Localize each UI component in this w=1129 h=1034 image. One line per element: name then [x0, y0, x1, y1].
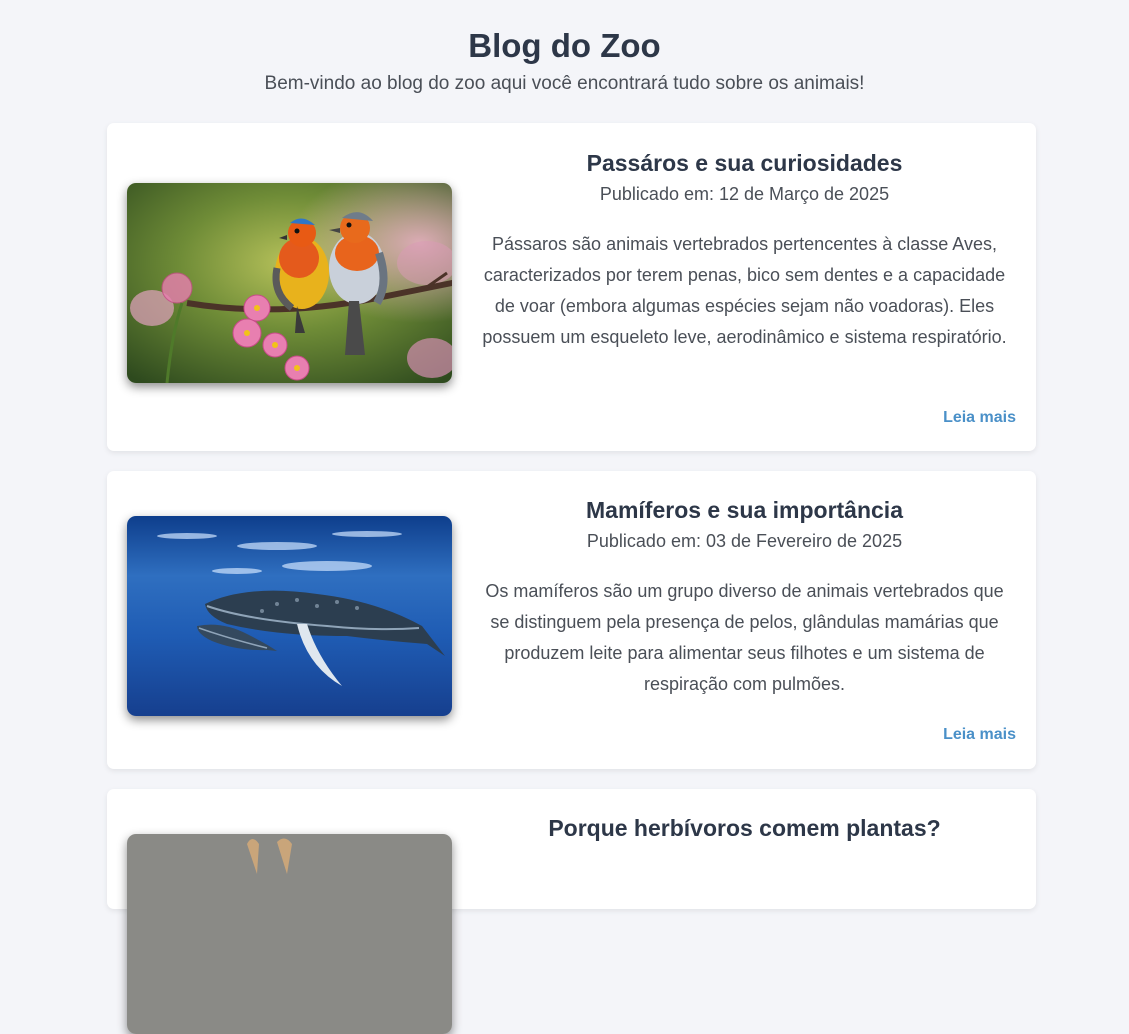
post-title[interactable]: Porque herbívoros comem plantas? — [473, 813, 1016, 843]
post-title[interactable]: Mamíferos e sua importância — [473, 495, 1016, 525]
page-title: Blog do Zoo — [468, 27, 661, 64]
post-card: Passáros e sua curiosidades Publicado em… — [107, 123, 1036, 451]
page-subtitle: Bem-vindo ao blog do zoo aqui você encon… — [264, 73, 865, 94]
post-date: Publicado em: 03 de Fevereiro de 2025 — [586, 531, 903, 551]
post-content: Passáros e sua curiosidades Publicado em… — [473, 148, 1016, 353]
post-image-whale[interactable] — [127, 516, 452, 716]
post-list: Passáros e sua curiosidades Publicado em… — [107, 123, 1036, 1034]
post-excerpt: Pássaros são animais vertebrados pertenc… — [482, 234, 1007, 347]
read-more-link[interactable]: Leia mais — [943, 726, 1016, 744]
post-card: Porque herbívoros comem plantas? — [107, 789, 1036, 1034]
site-header: Blog do Zoo Bem-vindo ao blog do zoo aqu… — [0, 0, 1129, 96]
post-date: Publicado em: 12 de Março de 2025 — [599, 184, 890, 204]
post-title[interactable]: Passáros e sua curiosidades — [473, 148, 1016, 178]
post-excerpt: Os mamíferos são um grupo diverso de ani… — [485, 581, 1004, 694]
post-image-birds[interactable] — [127, 183, 452, 383]
post-image-herbivore[interactable] — [127, 834, 452, 1034]
post-content: Mamíferos e sua importância Publicado em… — [473, 495, 1016, 700]
read-more-link[interactable]: Leia mais — [943, 409, 1016, 427]
post-content: Porque herbívoros comem plantas? — [473, 813, 1016, 843]
post-card: Mamíferos e sua importância Publicado em… — [107, 471, 1036, 769]
